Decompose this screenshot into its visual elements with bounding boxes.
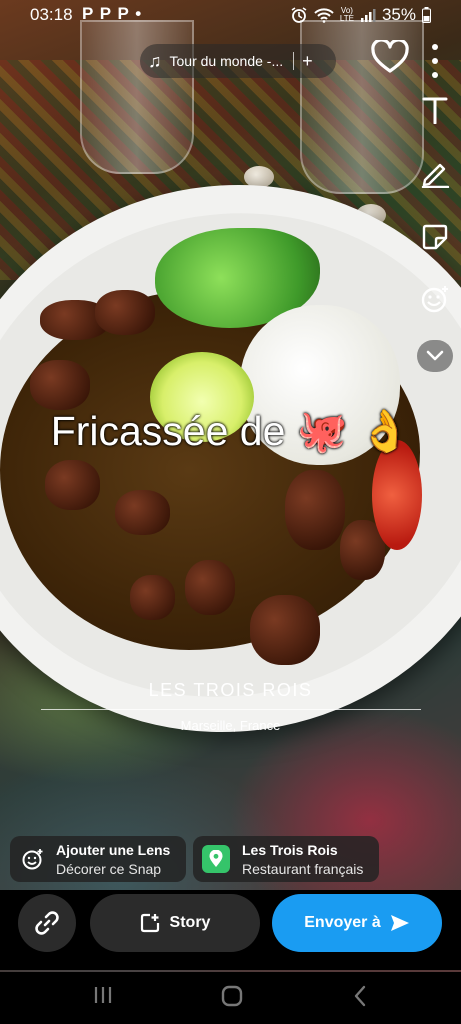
story-add-icon (140, 913, 159, 933)
lens-icon (22, 849, 43, 870)
music-title: Tour du monde -... (169, 53, 284, 69)
lte-label: LTE (339, 14, 354, 23)
text-tool-icon[interactable] (420, 96, 450, 126)
link-icon (35, 911, 59, 935)
send-to-button[interactable]: Envoyer à (272, 894, 442, 952)
chevron-down-icon[interactable] (417, 340, 453, 372)
status-right: Vo) LTE 35% (290, 5, 431, 25)
home-icon[interactable] (220, 984, 244, 1008)
add-lens-subtitle: Décorer ce Snap (56, 860, 162, 877)
tomato-slice (372, 440, 422, 550)
place-title: Les Trois Rois (242, 841, 338, 858)
notification-icons: P P P • (82, 4, 143, 23)
venue-name: LES TROIS ROIS (148, 680, 313, 700)
action-bar: Story Envoyer à (0, 890, 461, 970)
snap-preview-screen: 03:18 P P P • Vo) LTE 35% ♫ Tour du mond… (0, 0, 461, 1024)
place-subtitle: Restaurant français (242, 860, 364, 877)
system-nav-bar (0, 972, 461, 1024)
octopus-piece (250, 595, 320, 665)
octopus-piece (95, 290, 155, 335)
food-photo (0, 0, 461, 972)
map-pin-icon (202, 845, 230, 873)
more-options-icon[interactable] (428, 44, 442, 78)
place-card[interactable]: Les Trois Rois Restaurant français (193, 836, 379, 882)
place-text: Les Trois Rois Restaurant français (242, 842, 363, 877)
volte-indicator: Vo) LTE (340, 7, 354, 23)
venue-location: Marseille, France (180, 718, 281, 733)
pen-tool-icon[interactable] (420, 158, 450, 189)
venue-divider (40, 709, 421, 710)
add-lens-title: Ajouter une Lens (56, 841, 171, 858)
send-label: Envoyer à (304, 914, 381, 931)
send-arrow-icon (390, 915, 409, 931)
octopus-piece (185, 560, 235, 615)
link-button[interactable] (18, 894, 76, 952)
sticker-tool-icon[interactable] (420, 222, 450, 252)
octopus-piece (30, 360, 90, 410)
heart-icon[interactable] (370, 38, 410, 80)
wifi-icon (314, 8, 334, 23)
music-chip[interactable]: ♫ Tour du monde -... + (140, 44, 336, 78)
add-lens-text: Ajouter une Lens Décorer ce Snap (56, 842, 170, 877)
status-time: 03:18 (30, 5, 73, 24)
emoji-tool-icon[interactable] (420, 284, 450, 314)
music-divider (293, 52, 295, 70)
add-music-icon[interactable]: + (302, 51, 313, 72)
snap-caption[interactable]: Fricassée de 🐙 👌 (0, 406, 461, 456)
story-label: Story (169, 914, 211, 931)
octopus-piece (45, 460, 100, 510)
battery-icon (422, 7, 431, 23)
status-bar: 03:18 P P P • Vo) LTE 35% (0, 0, 461, 30)
venue-sticker[interactable]: LES TROIS ROIS Marseille, France (40, 680, 421, 733)
back-icon[interactable] (352, 984, 368, 1008)
octopus-piece (285, 470, 345, 550)
octopus-piece (115, 490, 170, 535)
signal-icon (360, 9, 376, 22)
music-note-icon: ♫ (148, 50, 162, 71)
recent-apps-icon[interactable] (92, 984, 114, 1006)
add-lens-card[interactable]: Ajouter une Lens Décorer ce Snap (10, 836, 186, 882)
alarm-icon (291, 7, 307, 23)
battery-percent: 35% (381, 5, 416, 24)
story-button[interactable]: Story (90, 894, 260, 952)
octopus-piece (130, 575, 175, 620)
